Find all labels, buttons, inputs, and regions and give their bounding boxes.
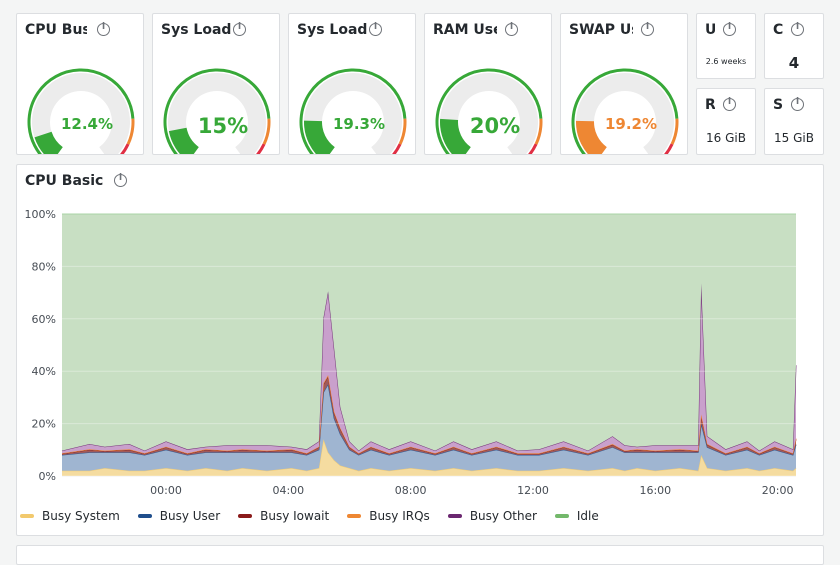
gauge-panel-sys-load-1[interactable]: Sys Load 15%	[152, 13, 280, 155]
legend-label: Busy Other	[469, 509, 537, 523]
legend-label: Busy System	[42, 509, 120, 523]
legend-swatch	[137, 514, 152, 518]
legend-label: Idle	[576, 509, 599, 523]
stat-value: 4	[788, 54, 800, 72]
legend-item[interactable]: Busy IRQs	[347, 509, 430, 523]
legend-swatch	[347, 514, 362, 518]
gauge-value-text: 19.2%	[605, 115, 657, 133]
legend-swatch	[20, 514, 34, 518]
legend-item[interactable]: Idle	[554, 509, 599, 523]
legend-label: Busy User	[159, 509, 221, 523]
gauge-panel-swap-used[interactable]: SWAP Used 19.2%	[560, 13, 688, 155]
info-icon[interactable]	[791, 22, 804, 36]
next-panel	[16, 545, 824, 565]
legend-item[interactable]: Busy System	[20, 509, 120, 523]
gauge-dial: 19.2%	[571, 68, 679, 154]
legend-item[interactable]: Busy Iowait	[238, 509, 329, 523]
info-icon[interactable]	[723, 22, 736, 36]
gauge-value-arc	[168, 127, 200, 154]
gauge-dial: 19.3%	[299, 68, 407, 154]
panel-title: Uptime	[705, 22, 715, 38]
gauge-value-text: 15%	[198, 114, 248, 138]
gauge-value-text: 12.4%	[61, 115, 113, 133]
gauge-dial: 12.4%	[27, 68, 135, 154]
panel-title: RootFS Total	[705, 97, 715, 113]
stat-value: 15 GiB	[774, 131, 814, 145]
legend-label: Busy IRQs	[369, 509, 430, 523]
legend-label: Busy Iowait	[260, 509, 330, 523]
stat-panel-swap-total[interactable]: SWAP Total 15 GiB	[764, 88, 824, 155]
panel-title: SWAP Total	[773, 97, 783, 113]
gauge-value-text: 19.3%	[333, 115, 385, 133]
gauge-panel-sys-load-2[interactable]: Sys Load 19.3%	[288, 13, 416, 155]
cpu-basic-panel[interactable]: CPU Basic	[16, 164, 824, 536]
stat-value: 16 GiB	[706, 131, 746, 145]
legend-swatch	[238, 514, 253, 518]
gauge-value-arc	[440, 118, 472, 154]
legend-swatch	[554, 514, 569, 518]
gauge-value-text: 20%	[470, 114, 520, 138]
legend-swatch	[447, 514, 462, 518]
panel-title: CPU Basic	[25, 173, 104, 189]
info-icon[interactable]	[791, 97, 804, 111]
info-icon[interactable]	[723, 97, 736, 111]
legend-item[interactable]: Busy Other	[447, 509, 537, 523]
gauge-value-arc	[576, 120, 608, 154]
gauge-value-arc	[34, 131, 64, 154]
gauge-panel-cpu-busy[interactable]: CPU Busy 12.4%	[16, 13, 144, 155]
gauge-value-arc	[304, 120, 336, 154]
stat-panel-uptime[interactable]: Uptime 2.6 weeks	[696, 13, 756, 79]
gauge-dial: 15%	[163, 68, 271, 154]
stat-panel-rootfs-total[interactable]: RootFS Total 16 GiB	[696, 88, 756, 155]
stat-panel-cpu-cores[interactable]: CPU Cores 4	[764, 13, 824, 79]
gauge-panel-ram-used[interactable]: RAM Used 20%	[424, 13, 552, 155]
gauge-dial: 20%	[435, 68, 543, 154]
chart-legend: Busy System Busy User Busy Iowait Busy IRQs…	[20, 509, 617, 523]
panel-title: CPU Cores	[773, 22, 783, 38]
legend-item[interactable]: Busy User	[137, 509, 221, 523]
stat-value: 2.6 weeks	[705, 57, 747, 66]
info-icon[interactable]	[114, 173, 127, 187]
